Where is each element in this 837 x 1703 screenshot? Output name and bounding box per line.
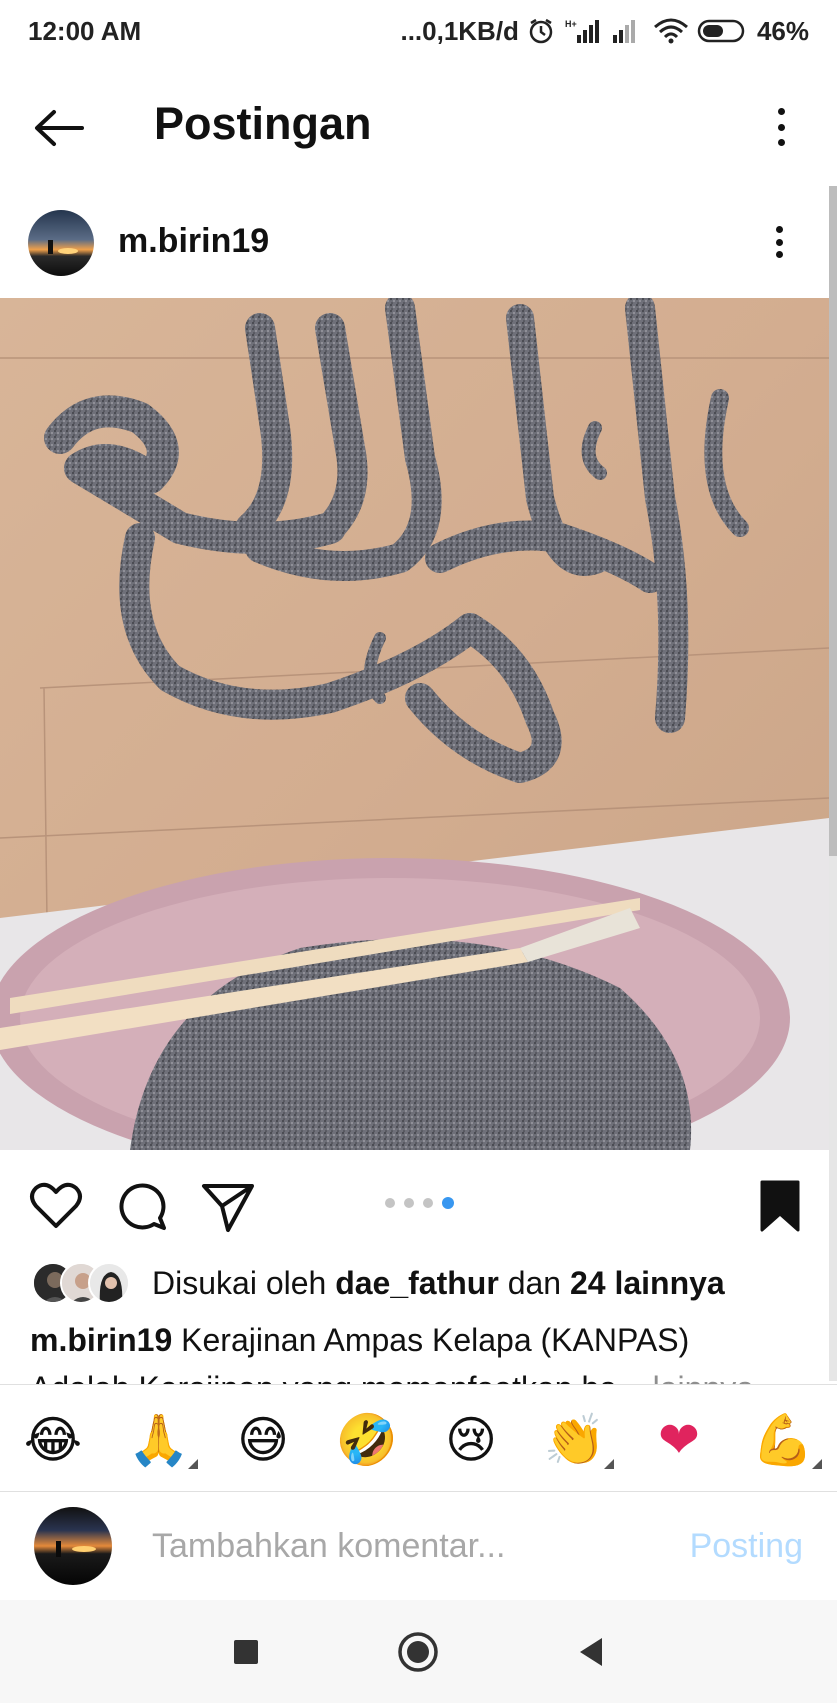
signal-h-icon: H+ — [563, 17, 603, 45]
likes-prefix: Disukai oleh — [152, 1264, 327, 1301]
alarm-icon — [527, 17, 555, 45]
likes-summary[interactable]: Disukai oleh dae_fathur dan 24 lainnya — [32, 1258, 725, 1308]
battery-percent: 46% — [756, 15, 809, 46]
share-button[interactable] — [200, 1178, 256, 1234]
author-username[interactable]: m.birin19 — [118, 222, 269, 261]
comment-button[interactable] — [114, 1178, 170, 1234]
carousel-dot-active — [442, 1197, 454, 1209]
post-more-button[interactable] — [767, 220, 791, 264]
calligraphy-artwork-image — [0, 298, 829, 1150]
post-caption: m.birin19 Kerajinan Ampas Kelapa (KANPAS… — [30, 1316, 810, 1384]
status-bar: 12:00 AM ...0,1KB/d H+ 46% — [0, 0, 837, 62]
post-header: m.birin19 — [0, 198, 829, 288]
emoji-flexed-biceps-icon[interactable]: 💪 — [750, 1407, 822, 1473]
network-speed: ...0,1KB/d — [400, 15, 519, 46]
battery-icon — [697, 17, 749, 45]
home-button[interactable] — [396, 1630, 440, 1674]
carousel-dot — [404, 1198, 414, 1208]
back-button[interactable] — [30, 100, 86, 156]
recent-apps-button[interactable] — [224, 1630, 268, 1674]
liker-avatar — [88, 1262, 130, 1304]
square-icon — [234, 1640, 258, 1664]
comment-input[interactable] — [152, 1523, 652, 1569]
post-comment-button[interactable]: Posting — [690, 1527, 803, 1566]
carousel-indicator — [385, 1197, 454, 1209]
signal-icon — [611, 17, 645, 45]
app-bar: Postingan — [0, 70, 837, 184]
bookmark-filled-icon — [760, 1180, 800, 1232]
emoji-rofl-icon[interactable]: 🤣 — [334, 1407, 400, 1473]
heart-outline-icon — [30, 1182, 82, 1228]
caption-text-line2: Adalah Kerajinan yang memanfaatkan ba... — [30, 1370, 644, 1384]
svg-text:H+: H+ — [565, 19, 577, 29]
likes-joiner: dan — [507, 1264, 562, 1301]
likes-text: Disukai oleh dae_fathur dan 24 lainnya — [152, 1265, 725, 1302]
emoji-praying-hands-icon[interactable]: 🙏 — [126, 1407, 198, 1473]
system-back-button[interactable] — [570, 1630, 614, 1674]
arrow-left-icon — [35, 110, 84, 146]
like-button[interactable] — [28, 1178, 84, 1234]
more-options-button[interactable] — [769, 102, 793, 152]
page-title: Postingan — [154, 98, 372, 149]
save-button[interactable] — [756, 1178, 812, 1234]
liker-avatars — [32, 1262, 132, 1304]
liker-username[interactable]: dae_fathur — [335, 1265, 499, 1301]
comment-composer: Posting — [0, 1493, 837, 1599]
caption-username[interactable]: m.birin19 — [30, 1322, 172, 1358]
comment-bubble-icon — [119, 1183, 166, 1230]
circle-icon — [398, 1632, 438, 1672]
carousel-dot — [423, 1198, 433, 1208]
current-user-avatar — [34, 1507, 112, 1585]
scrollbar-thumb[interactable] — [829, 186, 837, 856]
post-actions — [0, 1170, 829, 1240]
emoji-laughing-icon[interactable]: 😂 — [20, 1407, 86, 1473]
caption-more-link[interactable]: lainnya — [653, 1370, 754, 1384]
status-icons: ...0,1KB/d H+ 46% — [400, 16, 809, 47]
emoji-red-heart-icon[interactable]: ❤ — [646, 1407, 712, 1473]
caption-text-line1: Kerajinan Ampas Kelapa (KANPAS) — [181, 1322, 690, 1358]
wifi-icon — [653, 17, 689, 45]
status-time: 12:00 AM — [28, 15, 142, 46]
triangle-back-icon — [580, 1638, 602, 1666]
quick-emoji-bar: 😂 🙏 😅 🤣 😢 👏 ❤ 💪 — [0, 1384, 837, 1492]
emoji-crying-icon[interactable]: 😢 — [438, 1407, 504, 1473]
emoji-sweat-smile-icon[interactable]: 😅 — [230, 1407, 296, 1473]
carousel-dot — [385, 1198, 395, 1208]
post-photo[interactable] — [0, 298, 829, 1150]
system-navigation-bar — [0, 1600, 837, 1703]
likes-others[interactable]: 24 lainnya — [570, 1265, 725, 1301]
author-avatar[interactable] — [28, 210, 94, 276]
more-vertical-icon — [769, 102, 793, 152]
emoji-clapping-icon[interactable]: 👏 — [542, 1407, 614, 1473]
more-vertical-icon — [767, 220, 791, 264]
paper-plane-icon — [202, 1184, 254, 1232]
